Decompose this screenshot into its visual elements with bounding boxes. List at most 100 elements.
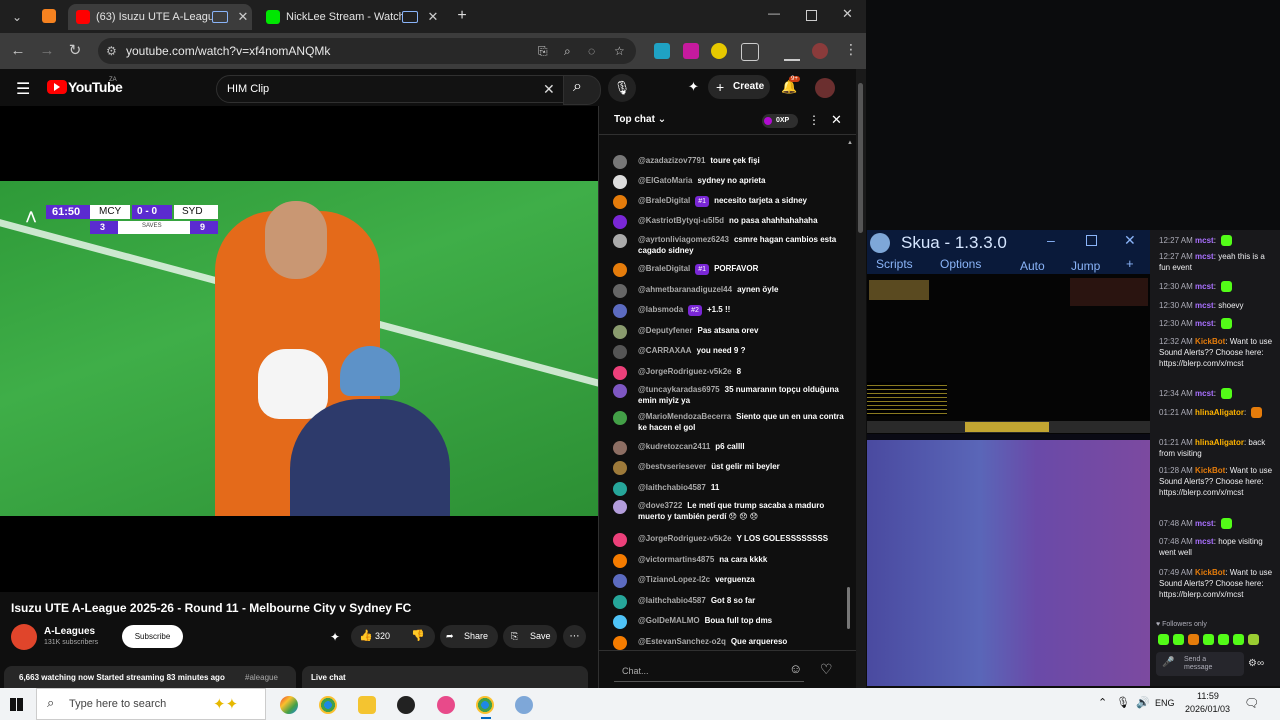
chat-message[interactable]: @ayrtonliviagomez6243 csmre hagan cambios… (613, 234, 849, 256)
start-windows-icon[interactable] (10, 698, 23, 711)
show-hidden-icons-icon[interactable]: ⌃ (1098, 696, 1107, 709)
chat-message[interactable]: @JorgeRodriguez-v5k2e Y LOS GOLESSSSSSSS (613, 533, 849, 547)
speaker-tray-icon[interactable]: 🔊 (1136, 696, 1150, 709)
chat-author-name[interactable]: @EstevanSanchez-o2q (638, 637, 726, 646)
chat-author-avatar[interactable] (613, 175, 627, 189)
skua-menu-scripts[interactable]: Scripts (876, 257, 913, 271)
pinned-tab-icon[interactable] (42, 9, 56, 23)
maximize-window-icon[interactable] (806, 10, 817, 21)
chrome-app-icon[interactable] (476, 696, 494, 714)
description-box[interactable]: 6,663 watching now Started streaming 83 … (4, 666, 296, 688)
stream-chat-line[interactable]: 12:30 AM mcst: shoevy (1159, 300, 1277, 311)
chat-author-name[interactable]: @tuncaykaradas6975 (638, 385, 720, 394)
stream-chat-line[interactable]: 01:21 AM hlinaAligator: (1159, 407, 1277, 419)
extensions-puzzle-icon[interactable] (741, 43, 759, 61)
chat-author-avatar[interactable] (613, 304, 627, 318)
chat-author-name[interactable]: @bestvseriesever (638, 462, 706, 471)
chat-author-avatar[interactable] (613, 345, 627, 359)
extension-icon[interactable] (654, 43, 670, 59)
chat-author-avatar[interactable] (613, 284, 627, 298)
browser-menu-icon[interactable]: ⋮ (844, 41, 858, 58)
file-explorer-app-icon[interactable] (358, 696, 376, 714)
forward-icon[interactable]: → (37, 41, 57, 61)
chat-author-avatar[interactable] (613, 500, 627, 514)
chat-author-avatar[interactable] (613, 384, 627, 398)
skua-menu-add[interactable]: + (1126, 256, 1134, 271)
chat-author-name[interactable]: @ayrtonliviagomez6243 (638, 235, 729, 244)
chat-message[interactable]: @ElGatoMaria sydney no aprieta (613, 175, 849, 189)
chat-author-name[interactable]: @laithchabio4587 (638, 596, 706, 605)
chat-author-avatar[interactable] (613, 615, 627, 629)
copilot-app-icon[interactable] (280, 696, 298, 714)
chat-username[interactable]: mcst (1195, 519, 1214, 528)
app-icon[interactable] (437, 696, 455, 714)
clock-date[interactable]: 2026/01/03 (1185, 704, 1230, 714)
chat-message[interactable]: @MarioMendozaBecerra Siento que un en una… (613, 411, 849, 433)
profile-avatar[interactable] (812, 43, 828, 59)
clock-time[interactable]: 11:59 (1197, 691, 1219, 701)
chat-author-name[interactable]: @ElGatoMaria (638, 176, 692, 185)
chat-message[interactable]: @victormartins4875 na cara kkkk (613, 554, 849, 568)
chat-author-avatar[interactable] (613, 411, 627, 425)
chat-author-avatar[interactable] (613, 195, 627, 209)
chat-author-avatar[interactable] (613, 155, 627, 169)
clear-search-icon[interactable]: ✕ (543, 76, 555, 102)
chat-username[interactable]: hlinaAligator (1195, 438, 1244, 447)
chat-message[interactable]: @CARRAXAA you need 9 ? (613, 345, 849, 359)
microphone-tray-icon[interactable]: 🎙 (1116, 696, 1130, 709)
chat-author-avatar[interactable] (613, 595, 627, 609)
media-controls-icon[interactable] (784, 43, 800, 61)
send-message-input[interactable]: 🎤 Send a message (1156, 652, 1244, 676)
chat-username[interactable]: KickBot (1195, 466, 1225, 475)
chat-author-avatar[interactable] (613, 263, 627, 277)
subscribe-button[interactable]: Subscribe (122, 625, 183, 648)
chat-author-avatar[interactable] (613, 636, 627, 650)
chat-author-name[interactable]: @GolDeMALMO (638, 616, 700, 625)
chat-username[interactable]: mcst (1195, 319, 1214, 328)
chat-author-avatar[interactable] (613, 482, 627, 496)
chat-author-name[interactable]: @MarioMendozaBecerra (638, 412, 731, 421)
stream-chat-line[interactable]: 01:21 AM hlinaAligator: back from visiti… (1159, 437, 1277, 459)
chat-author-name[interactable]: @labsmoda (638, 305, 683, 314)
mic-icon[interactable]: 🎤 (1162, 657, 1174, 668)
save-button[interactable]: ⎘ Save (503, 625, 557, 648)
chat-input[interactable]: Chat... (614, 661, 804, 682)
back-icon[interactable]: ← (8, 41, 28, 61)
chat-author-name[interactable]: @KastriotBytyqi-u5l5d (638, 216, 724, 225)
chat-author-name[interactable]: @victormartins4875 (638, 555, 714, 564)
chat-message[interactable]: @laithchabio4587 11 (613, 482, 849, 496)
chat-username[interactable]: mcst (1195, 236, 1214, 245)
chat-author-name[interactable]: @JorgeRodriguez-v5k2e (638, 367, 732, 376)
live-chat-toggle[interactable]: Live chat (302, 666, 588, 688)
chat-author-name[interactable]: @ahmetbaranadiguzel44 (638, 285, 732, 294)
close-tab-icon[interactable]: ✕ (424, 9, 442, 25)
channel-name[interactable]: A-Leagues (44, 626, 95, 637)
skua-minimize-icon[interactable]: – (1047, 232, 1055, 248)
hide-icon[interactable]: ◌ (588, 38, 595, 64)
more-actions-icon[interactable]: ⋯ (563, 625, 586, 648)
share-button[interactable]: ➦ Share (440, 625, 498, 648)
chrome-app-icon[interactable] (319, 696, 337, 714)
stream-chat-line[interactable]: 12:30 AM mcst: (1159, 281, 1277, 293)
chat-author-avatar[interactable] (613, 215, 627, 229)
chat-author-name[interactable]: @TizianoLopez-l2c (638, 575, 710, 584)
skua-menu-jump[interactable]: Jump (1071, 259, 1100, 273)
stream-chat-line[interactable]: 07:48 AM mcst: hope visiting went well (1159, 536, 1277, 558)
skua-menu-auto[interactable]: Auto (1020, 259, 1045, 273)
install-app-icon[interactable]: ⎘ (538, 38, 548, 64)
chat-message[interactable]: @EstevanSanchez-o2q Que arquereso (613, 636, 849, 650)
stream-chat-line[interactable]: 01:28 AM KickBot: Want to use Sound Aler… (1159, 465, 1277, 498)
extension-icon[interactable] (683, 43, 699, 59)
chat-settings-icon[interactable]: ⚙∞ (1248, 658, 1264, 669)
new-tab-icon[interactable]: + (452, 6, 472, 26)
page-scrollbar[interactable] (856, 69, 866, 688)
chat-message[interactable]: @BraleDigital #1 PORFAVOR (613, 263, 849, 277)
chat-author-avatar[interactable] (613, 234, 627, 248)
chat-scroll-up-icon[interactable]: ▲ (847, 140, 853, 146)
chat-message[interactable]: @laithchabio4587 Got 8 so far (613, 595, 849, 609)
bookmark-star-icon[interactable]: ☆ (614, 38, 625, 64)
create-button[interactable]: + Create (708, 75, 770, 99)
stream-chat-line[interactable]: 12:30 AM mcst: (1159, 318, 1277, 330)
chat-author-name[interactable]: @JorgeRodriguez-v5k2e (638, 534, 732, 543)
stream-chat-line[interactable]: 12:27 AM mcst: yeah this is a fun event (1159, 251, 1277, 273)
